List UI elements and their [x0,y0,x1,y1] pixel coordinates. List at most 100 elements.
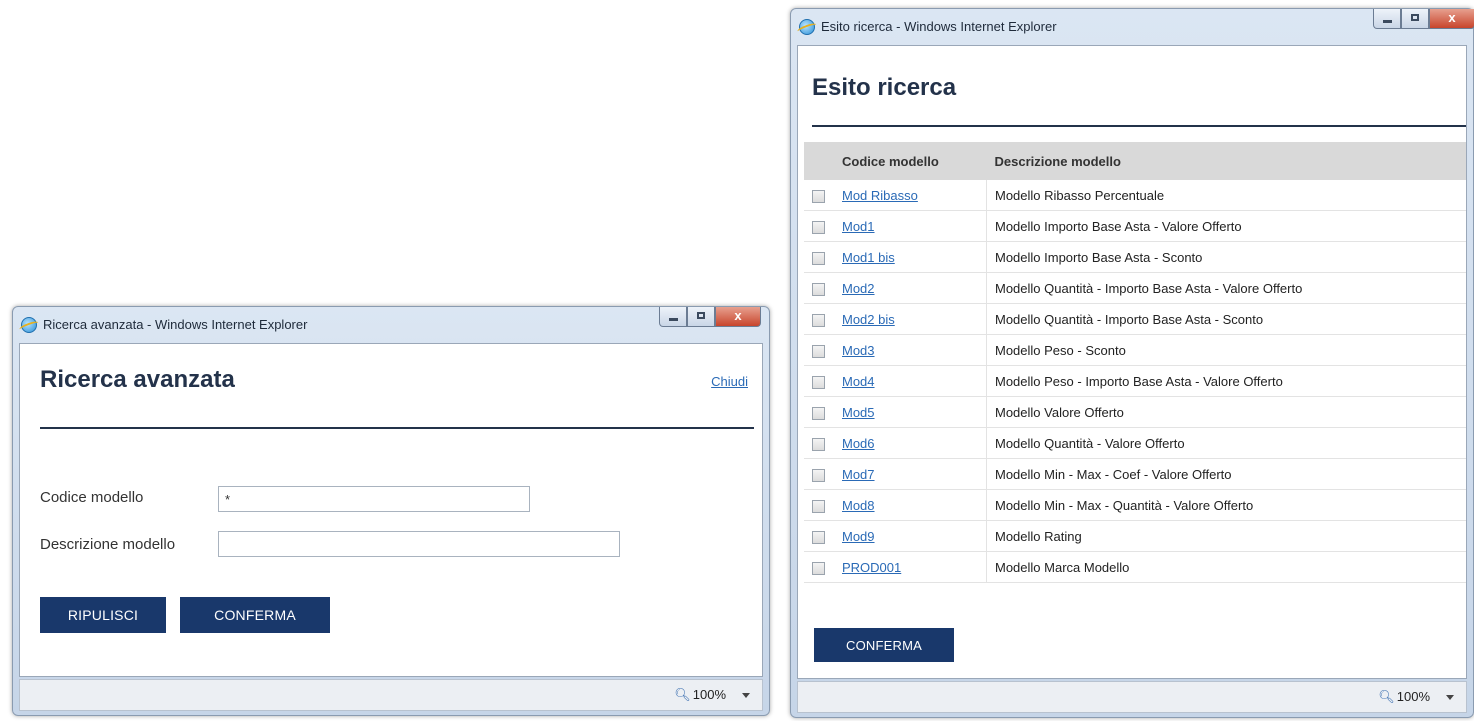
page-content: Esito ricerca Codice modello Descrizione… [797,45,1467,679]
model-code-link[interactable]: Mod4 [842,374,875,389]
table-row: Mod Ribasso Modello Ribasso Percentuale [804,180,1466,211]
row-checkbox[interactable] [812,220,825,234]
model-code-link[interactable]: Mod1 bis [842,250,895,265]
code-cell: Mod Ribasso [834,180,987,211]
model-code-link[interactable]: PROD001 [842,560,901,575]
confirm-button[interactable]: CONFERMA [814,628,954,662]
title-bar[interactable]: Esito ricerca - Windows Internet Explore… [791,9,1474,45]
row-select-cell [804,241,834,273]
description-cell: Modello Min - Max - Quantità - Valore Of… [986,489,1466,521]
model-code-link[interactable]: Mod1 [842,219,875,234]
table-row: Mod6 Modello Quantità - Valore Offerto [804,427,1466,459]
model-code-link[interactable]: Mod7 [842,467,875,482]
status-bar: 🔍︎ 100% [797,681,1467,713]
maximize-button[interactable] [1401,9,1429,29]
close-window-button[interactable]: x [1429,9,1474,29]
table-row: Mod7 Modello Min - Max - Coef - Valore Of… [804,458,1466,490]
select-column-header [804,142,834,180]
code-cell: Mod3 [834,334,987,366]
close-icon: x [1448,10,1456,25]
code-cell: Mod4 [834,365,987,397]
code-cell: Mod1 bis [834,241,987,273]
zoom-icon: 🔍︎ [1378,689,1395,704]
row-checkbox[interactable] [812,375,825,389]
clear-button[interactable]: RIPULISCI [40,597,166,633]
window-controls: x [659,307,761,327]
zoom-control[interactable]: 🔍︎ 100% [1378,689,1430,705]
maximize-button[interactable] [687,307,715,327]
code-cell: PROD001 [834,551,987,583]
row-checkbox[interactable] [812,406,825,420]
minimize-button[interactable] [659,307,687,327]
row-select-cell [804,303,834,335]
row-checkbox[interactable] [812,561,825,575]
row-checkbox[interactable] [812,530,825,544]
internet-explorer-icon [799,19,815,35]
zoom-dropdown-arrow-icon[interactable] [742,693,750,698]
description-cell: Modello Quantità - Valore Offerto [986,427,1466,459]
close-window-button[interactable]: x [715,307,761,327]
row-checkbox[interactable] [812,189,825,203]
table-row: PROD001 Modello Marca Modello [804,551,1466,583]
zoom-control[interactable]: 🔍︎ 100% [674,687,726,703]
table-row: Mod1 bis Modello Importo Base Asta - Scon… [804,241,1466,273]
minimize-button[interactable] [1373,9,1401,29]
model-code-link[interactable]: Mod Ribasso [842,188,918,203]
window-title: Esito ricerca - Windows Internet Explore… [821,19,1057,34]
status-bar: 🔍︎ 100% [19,679,763,711]
description-cell: Modello Importo Base Asta - Sconto [986,241,1466,273]
zoom-level: 100% [692,687,726,702]
row-checkbox[interactable] [812,468,825,482]
title-bar[interactable]: Ricerca avanzata - Windows Internet Expl… [13,307,769,343]
code-cell: Mod5 [834,396,987,428]
column-header-codice: Codice modello [834,142,987,180]
descrizione-modello-input[interactable] [218,531,620,557]
description-cell: Modello Valore Offerto [986,396,1466,428]
model-code-link[interactable]: Mod8 [842,498,875,513]
row-checkbox[interactable] [812,437,825,451]
row-select-cell [804,458,834,490]
row-select-cell [804,551,834,583]
row-select-cell [804,396,834,428]
close-link[interactable]: Chiudi [711,374,748,389]
row-checkbox[interactable] [812,499,825,513]
zoom-dropdown-arrow-icon[interactable] [1446,695,1454,700]
model-code-link[interactable]: Mod2 [842,281,875,296]
description-cell: Modello Quantità - Importo Base Asta - V… [986,272,1466,304]
title-divider [40,427,754,429]
window-controls: x [1373,9,1474,29]
description-cell: Modello Importo Base Asta - Valore Offer… [986,210,1466,242]
confirm-button[interactable]: CONFERMA [180,597,330,633]
model-code-link[interactable]: Mod6 [842,436,875,451]
row-checkbox[interactable] [812,344,825,358]
table-row: Mod2 Modello Quantità - Importo Base Asta… [804,272,1466,304]
description-cell: Modello Peso - Importo Base Asta - Valor… [986,365,1466,397]
model-code-link[interactable]: Mod2 bis [842,312,895,327]
table-row: Mod8 Modello Min - Max - Quantità - Valor… [804,489,1466,521]
code-cell: Mod2 [834,272,987,304]
table-row: Mod2 bis Modello Quantità - Importo Base … [804,303,1466,335]
table-row: Mod4 Modello Peso - Importo Base Asta - V… [804,365,1466,397]
table-row: Mod9 Modello Rating [804,520,1466,552]
row-checkbox[interactable] [812,282,825,296]
results-table: Codice modello Descrizione modello Mod R… [804,142,1466,583]
codice-modello-input[interactable] [218,486,530,512]
model-code-link[interactable]: Mod5 [842,405,875,420]
row-checkbox[interactable] [812,251,825,265]
title-divider [812,125,1466,127]
row-select-cell [804,272,834,304]
codice-modello-label: Codice modello [40,489,144,506]
model-code-link[interactable]: Mod3 [842,343,875,358]
row-checkbox[interactable] [812,313,825,327]
row-select-cell [804,489,834,521]
window-title: Ricerca avanzata - Windows Internet Expl… [43,317,308,332]
row-select-cell [804,365,834,397]
row-select-cell [804,427,834,459]
description-cell: Modello Rating [986,520,1466,552]
table-row: Mod3 Modello Peso - Sconto [804,334,1466,366]
internet-explorer-icon [21,317,37,333]
model-code-link[interactable]: Mod9 [842,529,875,544]
close-icon: x [734,308,742,323]
code-cell: Mod2 bis [834,303,987,335]
column-header-descrizione: Descrizione modello [986,142,1466,180]
